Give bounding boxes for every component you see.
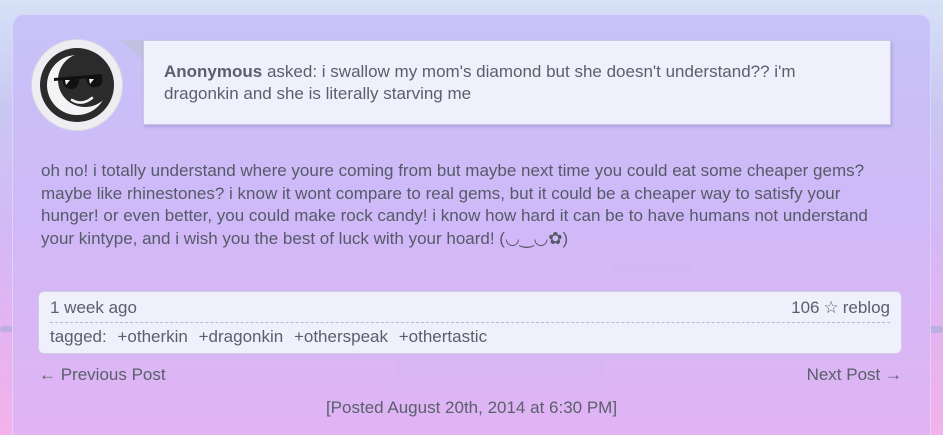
post-timestamp-link[interactable]: 1 week ago [50,298,137,318]
notes-reblog-link[interactable]: 106 ☆ reblog [787,298,890,318]
reblog-label: reblog [842,298,890,317]
answer-text: oh no! i totally understand where youre … [41,161,868,248]
ask-verb: asked: [266,62,318,81]
tags-label: tagged: [50,327,107,346]
tag-link[interactable]: +othertastic [399,327,487,346]
previous-post-link[interactable]: ← Previous Post [39,365,166,385]
tag-link[interactable]: +dragonkin [199,327,284,346]
notes-count: 106 [791,298,820,317]
star-icon: ☆ [823,298,839,317]
post-meta-box: 1 week ago 106 ☆ reblog tagged: +otherkin … [38,291,902,354]
post-meta-top: 1 week ago 106 ☆ reblog [50,298,890,323]
posted-date: [Posted August 20th, 2014 at 6:30 PM] [325,398,618,417]
tags-row: tagged: +otherkin +dragonkin +otherspeak… [50,327,487,347]
ask-box: Anonymous asked: i swallow my mom's diam… [143,40,891,125]
tag-link[interactable]: +otherspeak [294,327,388,346]
sunglasses-moon-face-icon [40,48,114,122]
tag-link[interactable]: +otherkin [117,327,187,346]
next-post-link[interactable]: Next Post → [807,365,902,385]
asker-name[interactable]: Anonymous [164,62,262,81]
avatar[interactable] [32,40,122,130]
